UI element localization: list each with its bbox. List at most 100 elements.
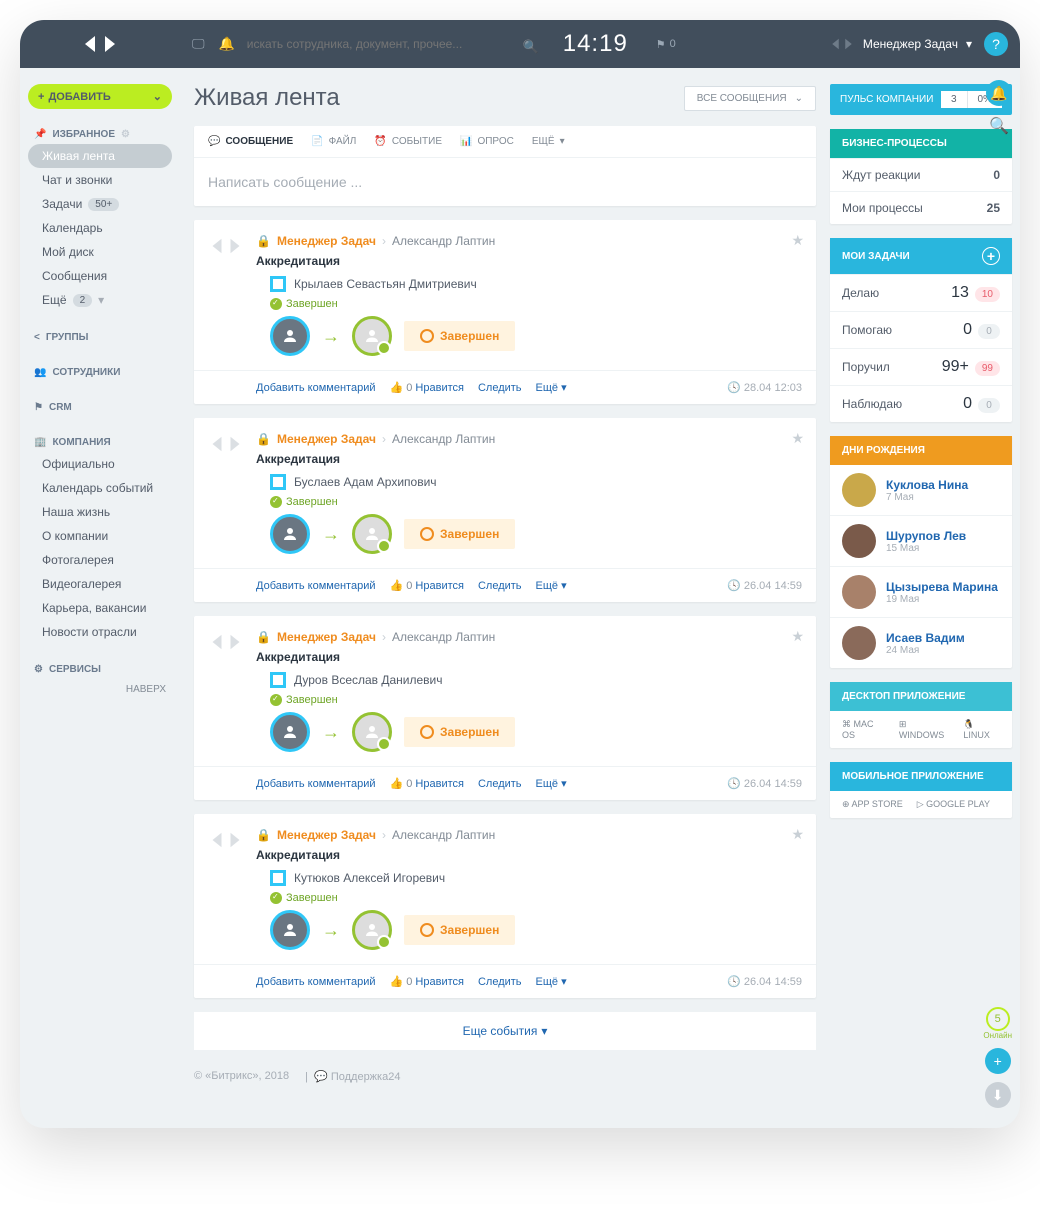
post-recipient[interactable]: Александр Лаптин [392, 234, 495, 248]
like-button[interactable]: 👍 0 Нравится [389, 777, 463, 790]
post-author[interactable]: Менеджер Задач [277, 432, 376, 446]
add-task-icon[interactable]: + [982, 247, 1000, 265]
add-comment-link[interactable]: Добавить комментарий [256, 382, 375, 394]
tab-message[interactable]: 💬 СООБЩЕНИЕ [208, 136, 293, 147]
like-button[interactable]: 👍 0 Нравится [389, 579, 463, 592]
sidebar-item[interactable]: Ещё2 ▾ [28, 288, 172, 312]
employees-header[interactable]: 👥 СОТРУДНИКИ [28, 363, 172, 382]
rail-bell-icon[interactable]: 🔔 [986, 80, 1012, 106]
download-link[interactable]: ⊞ WINDOWS [899, 719, 950, 740]
notif-flag[interactable]: ⚑ 0 [644, 38, 688, 51]
online-indicator[interactable]: 5 Онлайн [983, 1007, 1012, 1040]
tab-poll[interactable]: 📊 ОПРОС [460, 136, 514, 147]
birthday-item[interactable]: Цызырева Марина19 Мая [830, 566, 1012, 617]
user-menu[interactable]: Менеджер Задач ▾ [829, 36, 984, 52]
avatar-from[interactable] [270, 316, 310, 356]
checkbox-icon[interactable] [270, 672, 286, 688]
task-row[interactable]: Помогаю00 [830, 311, 1012, 348]
star-icon[interactable]: ★ [791, 430, 804, 447]
avatar-from[interactable] [270, 910, 310, 950]
services-header[interactable]: ⚙ СЕРВИСЫ [28, 660, 172, 679]
follow-link[interactable]: Следить [478, 976, 522, 988]
post-recipient[interactable]: Александр Лаптин [392, 630, 495, 644]
checkbox-icon[interactable] [270, 870, 286, 886]
download-link[interactable]: ⊕ APP STORE [842, 799, 903, 810]
rail-search-icon[interactable]: 🔍 [989, 116, 1009, 136]
sidebar-item[interactable]: Видеогалерея [28, 572, 172, 596]
task-row[interactable]: Делаю1310 [830, 274, 1012, 311]
download-link[interactable]: 🐧 LINUX [963, 719, 1000, 740]
tab-event[interactable]: ⏰ СОБЫТИЕ [374, 136, 442, 147]
like-button[interactable]: 👍 0 Нравится [389, 381, 463, 394]
like-button[interactable]: 👍 0 Нравится [389, 975, 463, 988]
sidebar-item[interactable]: Календарь событий [28, 476, 172, 500]
search-input[interactable] [247, 37, 547, 51]
support-link[interactable]: Поддержка24 [331, 1071, 401, 1083]
download-link[interactable]: ▷ GOOGLE PLAY [917, 799, 990, 810]
follow-link[interactable]: Следить [478, 580, 522, 592]
more-events-button[interactable]: Еще события ▾ [194, 1012, 816, 1050]
sidebar-item[interactable]: Календарь [28, 216, 172, 240]
star-icon[interactable]: ★ [791, 826, 804, 843]
sidebar-item[interactable]: Живая лента [28, 144, 172, 168]
sidebar-item[interactable]: Новости отрасли [28, 620, 172, 644]
avatar-to[interactable] [352, 514, 392, 554]
sidebar-item[interactable]: Сообщения [28, 264, 172, 288]
more-link[interactable]: Ещё ▾ [536, 381, 567, 394]
post-recipient[interactable]: Александр Лаптин [392, 432, 495, 446]
company-header[interactable]: 🏢 КОМПАНИЯ [28, 433, 172, 452]
gear-icon[interactable]: ⚙ [121, 129, 130, 140]
sidebar-item[interactable]: Мой диск [28, 240, 172, 264]
rail-download-icon[interactable]: ⬇ [985, 1082, 1011, 1108]
help-button[interactable]: ? [984, 32, 1008, 56]
checkbox-icon[interactable] [270, 276, 286, 292]
more-link[interactable]: Ещё ▾ [536, 579, 567, 592]
filter-button[interactable]: ВСЕ СООБЩЕНИЯ ⌄ [684, 86, 816, 111]
tab-more[interactable]: ЕЩЁ ▾ [532, 136, 565, 147]
download-link[interactable]: ⌘ MAC OS [842, 719, 885, 740]
add-comment-link[interactable]: Добавить комментарий [256, 580, 375, 592]
rail-plus-icon[interactable]: + [985, 1048, 1011, 1074]
post-author[interactable]: Менеджер Задач [277, 828, 376, 842]
star-icon[interactable]: ★ [791, 628, 804, 645]
pulse-widget[interactable]: ПУЛЬС КОМПАНИИ 30% [830, 84, 1012, 115]
follow-link[interactable]: Следить [478, 382, 522, 394]
avatar-from[interactable] [270, 514, 310, 554]
sidebar-item[interactable]: Наша жизнь [28, 500, 172, 524]
compose-input[interactable]: Написать сообщение ... [194, 158, 816, 206]
bizproc-row[interactable]: Мои процессы25 [830, 191, 1012, 224]
sidebar-item[interactable]: Официально [28, 452, 172, 476]
app-logo[interactable] [20, 32, 180, 56]
star-icon[interactable]: ★ [791, 232, 804, 249]
bell-icon[interactable]: 🔔 [219, 36, 235, 52]
search-icon[interactable]: 🔍 [523, 39, 539, 55]
more-link[interactable]: Ещё ▾ [536, 975, 567, 988]
post-recipient[interactable]: Александр Лаптин [392, 828, 495, 842]
add-button[interactable]: + ДОБАВИТЬ ⌄ [28, 84, 172, 109]
bizproc-row[interactable]: Ждут реакции0 [830, 158, 1012, 191]
add-comment-link[interactable]: Добавить комментарий [256, 778, 375, 790]
more-link[interactable]: Ещё ▾ [536, 777, 567, 790]
crm-header[interactable]: ⚑ CRM [28, 398, 172, 417]
search-box[interactable]: 🔍 [247, 37, 547, 51]
post-author[interactable]: Менеджер Задач [277, 234, 376, 248]
sidebar-item[interactable]: Фотогалерея [28, 548, 172, 572]
monitor-icon[interactable]: 🖵 [192, 36, 205, 52]
follow-link[interactable]: Следить [478, 778, 522, 790]
birthday-item[interactable]: Шурупов Лев15 Мая [830, 515, 1012, 566]
avatar-to[interactable] [352, 712, 392, 752]
add-comment-link[interactable]: Добавить комментарий [256, 976, 375, 988]
avatar-to[interactable] [352, 316, 392, 356]
avatar-from[interactable] [270, 712, 310, 752]
avatar-to[interactable] [352, 910, 392, 950]
sidebar-item[interactable]: Чат и звонки [28, 168, 172, 192]
tab-file[interactable]: 📄 ФАЙЛ [311, 136, 356, 147]
birthday-item[interactable]: Исаев Вадим24 Мая [830, 617, 1012, 668]
task-row[interactable]: Поручил99+99 [830, 348, 1012, 385]
groups-header[interactable]: < ГРУППЫ [28, 328, 172, 347]
sidebar-item[interactable]: Карьера, вакансии [28, 596, 172, 620]
sidebar-item[interactable]: Задачи50+ [28, 192, 172, 216]
birthday-item[interactable]: Куклова Нина7 Мая [830, 465, 1012, 515]
scroll-top[interactable]: НАВЕРХ [28, 679, 172, 700]
task-row[interactable]: Наблюдаю00 [830, 385, 1012, 422]
